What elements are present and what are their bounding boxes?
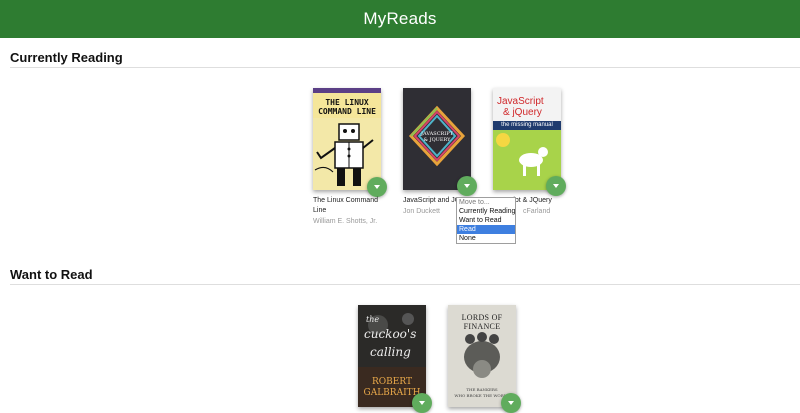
cover-text: JavaScript xyxy=(497,96,544,107)
cover-text: THE LINUX xyxy=(325,98,369,107)
move-to-menu[interactable]: Move to... Currently Reading Want to Rea… xyxy=(456,197,516,244)
shelf-divider xyxy=(10,284,800,285)
bankers-illustration xyxy=(464,332,500,378)
app-header: MyReads xyxy=(0,0,800,38)
chevron-down-icon xyxy=(419,401,425,405)
chevron-down-icon xyxy=(553,184,559,188)
shelf-title-want-to-read: Want to Read xyxy=(10,267,93,282)
shelf-changer-button[interactable] xyxy=(412,393,432,413)
book-author: cFarland xyxy=(523,208,551,215)
cover-text: cuckoo's xyxy=(364,327,417,341)
shelf-changer-button[interactable] xyxy=(367,177,387,197)
book-author: William E. Shotts, Jr. xyxy=(313,218,378,225)
menu-option-read[interactable]: Read xyxy=(457,225,515,234)
cover-text: & jQuery xyxy=(503,107,542,118)
book-cover[interactable]: LORDS OF FINANCE THE BANKERS WHO BROKE T… xyxy=(448,305,516,407)
cover-text: & JQUERY xyxy=(423,137,451,143)
book-title: ript & JQuery xyxy=(511,197,552,204)
shelf-title-currently-reading: Currently Reading xyxy=(10,50,123,65)
shelf-divider xyxy=(10,67,800,68)
menu-option-none[interactable]: None xyxy=(457,234,515,243)
shelf-changer-button[interactable] xyxy=(457,176,477,196)
book-cover[interactable]: JAVASCRIPT & JQUERY xyxy=(403,88,471,190)
cover-text: COMMAND LINE xyxy=(318,107,376,116)
book-cover[interactable]: JavaScript & jQuery the missing manual xyxy=(493,88,561,190)
app-title: MyReads xyxy=(363,9,437,28)
cover-text: THE BANKERS xyxy=(466,387,498,392)
menu-option-currently-reading[interactable]: Currently Reading xyxy=(457,207,515,216)
book-title: The Linux Command Line xyxy=(313,197,378,214)
shelf-changer-button[interactable] xyxy=(546,176,566,196)
cover-band xyxy=(313,88,381,93)
chevron-down-icon xyxy=(374,185,380,189)
chevron-down-icon xyxy=(508,401,514,405)
cover-text: calling xyxy=(370,345,411,359)
chevron-down-icon xyxy=(464,184,470,188)
book-cover[interactable]: THE LINUX COMMAND LINE xyxy=(313,88,381,190)
cover-text: the missing manual xyxy=(493,121,561,130)
cover-text: the xyxy=(366,315,380,324)
move-to-placeholder: Move to... xyxy=(459,199,490,206)
shelf-changer-button[interactable] xyxy=(501,393,521,413)
book-author: Jon Duckett xyxy=(403,208,440,215)
cover-text: ROBERT xyxy=(372,377,412,387)
menu-option-want-to-read[interactable]: Want to Read xyxy=(457,216,515,225)
book-cover[interactable]: the cuckoo's calling ROBERT GALBRAITH xyxy=(358,305,426,407)
